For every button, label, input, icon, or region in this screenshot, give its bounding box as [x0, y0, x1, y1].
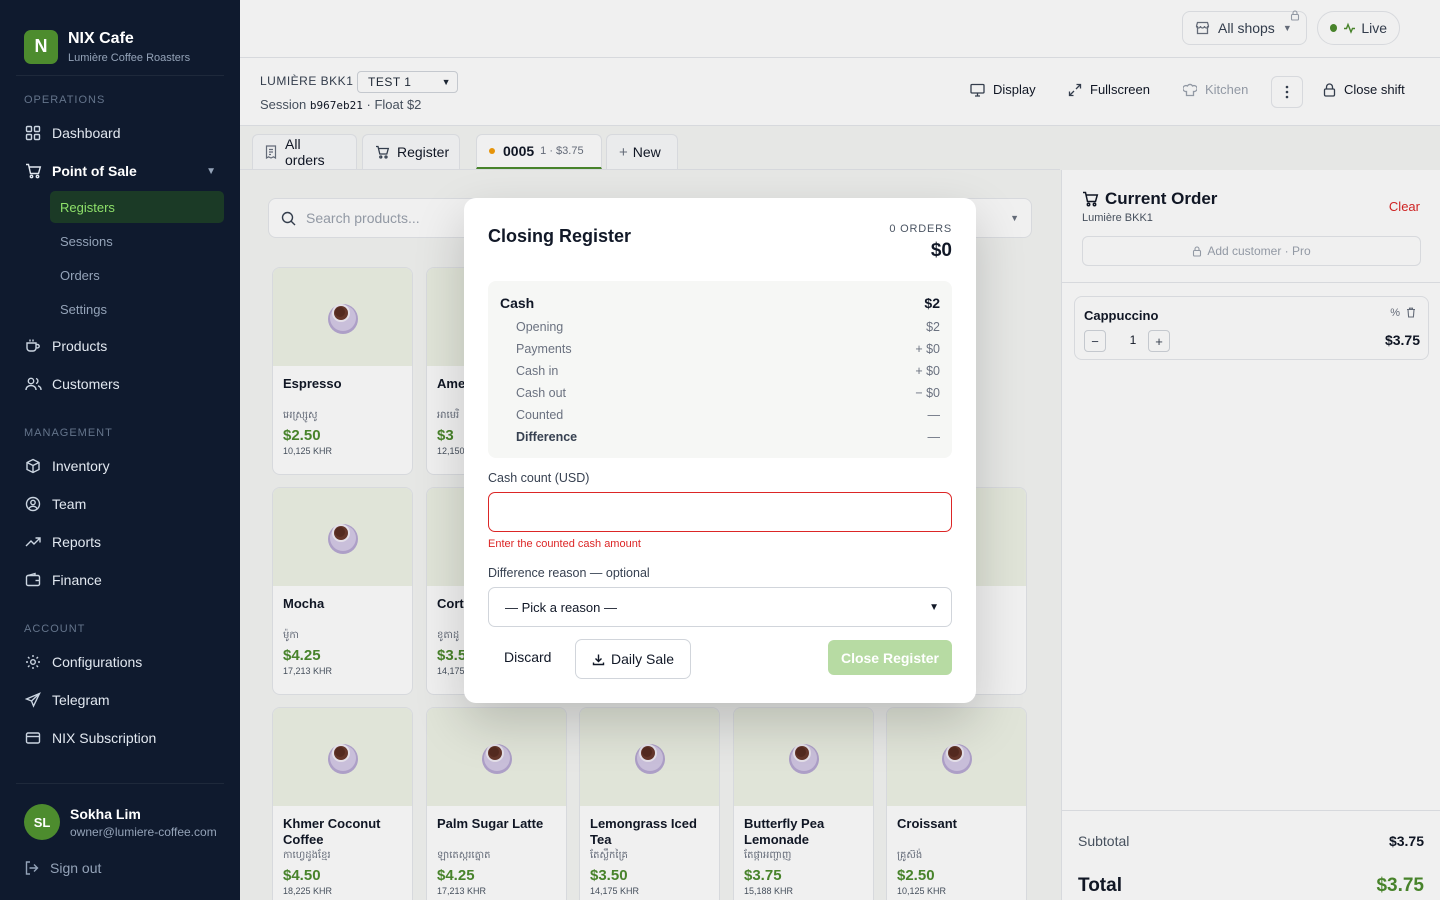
- brand-name: NIX Cafe: [68, 29, 134, 47]
- cash-row-value: —: [927, 408, 941, 422]
- cash-row: Opening $2: [516, 320, 940, 334]
- sidebar-item-subscription[interactable]: NIX Subscription: [0, 719, 240, 757]
- sidebar-item-label: Finance: [52, 572, 102, 588]
- cash-label: Cash: [500, 295, 535, 311]
- sidebar-item-telegram[interactable]: Telegram: [0, 681, 240, 719]
- sidebar-item-label: Telegram: [52, 692, 110, 708]
- sidebar-item-customers[interactable]: Customers: [0, 365, 240, 403]
- sidebar-item-configurations[interactable]: Configurations: [0, 643, 240, 681]
- sidebar-item-inventory[interactable]: Inventory: [0, 447, 240, 485]
- reason-label: Difference reason — optional: [488, 566, 650, 580]
- chevron-down-icon: ▼: [929, 601, 939, 613]
- user-profile[interactable]: SL Sokha Lim owner@lumiere-coffee.com: [16, 783, 224, 840]
- sidebar-item-pos[interactable]: Point of Sale ▼: [0, 152, 240, 190]
- sidebar-item-label: NIX Subscription: [52, 730, 157, 746]
- sidebar-item-team[interactable]: Team: [0, 485, 240, 523]
- sidebar-item-products[interactable]: Products: [0, 327, 240, 365]
- cash-row: Cash in + $0: [516, 364, 940, 378]
- cash-row-label: Payments: [516, 342, 572, 356]
- user-name: Sokha Lim: [70, 805, 141, 822]
- sidebar-item-label: Customers: [52, 376, 120, 392]
- brand-subtitle: Lumière Coffee Roasters: [68, 51, 191, 64]
- sign-out-label: Sign out: [50, 860, 102, 876]
- cart-icon: [24, 162, 42, 180]
- cash-row-label: Cash in: [516, 364, 559, 378]
- card-icon: [24, 729, 42, 747]
- cash-row-label: Opening: [516, 320, 564, 334]
- sidebar-subitem-orders[interactable]: Orders: [50, 259, 224, 291]
- cash-header: Cash $2: [500, 295, 940, 311]
- sidebar-item-finance[interactable]: Finance: [0, 561, 240, 599]
- cash-row-value: + $0: [915, 364, 940, 378]
- sidebar-item-label: Dashboard: [52, 125, 121, 141]
- cash-row: Payments + $0: [516, 342, 940, 356]
- sidebar-subitem-settings[interactable]: Settings: [50, 293, 224, 325]
- wallet-icon: [24, 571, 42, 589]
- cash-row-value: + $0: [915, 342, 940, 356]
- orders-total: $0: [930, 240, 952, 261]
- brand-logo: N: [24, 29, 58, 64]
- sidebar-item-label: Configurations: [52, 654, 143, 670]
- cash-total: $2: [924, 295, 940, 311]
- cash-row-value: $2: [926, 320, 940, 334]
- sidebar-item-label: Reports: [52, 534, 102, 550]
- cash-count-input[interactable]: [488, 492, 952, 532]
- daily-sale-label: Daily Sale: [610, 651, 675, 667]
- gear-icon: [24, 653, 42, 671]
- user-circle-icon: [24, 495, 42, 513]
- send-icon: [24, 691, 42, 709]
- daily-sale-button[interactable]: Daily Sale: [575, 639, 691, 679]
- sidebar-item-label: Team: [52, 496, 87, 512]
- download-icon: [592, 654, 605, 665]
- sidebar-item-reports[interactable]: Reports: [0, 523, 240, 561]
- users-icon: [24, 375, 42, 393]
- cash-row: Difference —: [516, 430, 940, 444]
- chevron-down-icon[interactable]: ▼: [206, 166, 216, 177]
- cash-row: Counted —: [516, 408, 940, 422]
- cup-icon: [24, 337, 42, 355]
- trend-up-icon: [24, 533, 42, 551]
- cash-count-error: Enter the counted cash amount: [488, 538, 641, 550]
- sidebar-subitem-registers[interactable]: Registers: [50, 191, 224, 223]
- cash-row-label: Counted: [516, 408, 564, 422]
- cash-row-value: − $0: [915, 386, 940, 400]
- sidebar-item-label: Point of Sale: [52, 163, 137, 179]
- sign-out-link[interactable]: Sign out: [24, 860, 101, 876]
- dialog-title: Closing Register: [488, 226, 632, 246]
- section-management: MANAGEMENT: [24, 427, 113, 439]
- cash-row: Cash out − $0: [516, 386, 940, 400]
- reason-value: — Pick a reason —: [505, 599, 617, 615]
- cash-row-value: —: [927, 430, 941, 444]
- cash-summary: Cash $2 Opening $2 Payments + $0 Cash in + $0…: [488, 281, 952, 458]
- sidebar-item-dashboard[interactable]: Dashboard: [0, 114, 240, 152]
- cash-row-label: Difference: [516, 430, 578, 444]
- avatar: SL: [24, 804, 60, 840]
- cash-row-label: Cash out: [516, 386, 567, 400]
- logout-icon: [24, 860, 40, 876]
- cash-count-label: Cash count (USD): [488, 471, 590, 485]
- sidebar-subitem-sessions[interactable]: Sessions: [50, 225, 224, 257]
- discard-button[interactable]: Discard: [504, 649, 551, 665]
- difference-reason-select[interactable]: — Pick a reason — ▼: [488, 587, 952, 627]
- closing-register-dialog: Closing Register 0 ORDERS $0 Cash $2 Ope…: [464, 198, 976, 703]
- section-account: ACCOUNT: [24, 623, 86, 635]
- sidebar: N NIX Cafe Lumière Coffee Roasters OPERA…: [0, 0, 240, 900]
- brand: N NIX Cafe Lumière Coffee Roasters: [16, 0, 224, 76]
- close-register-button[interactable]: Close Register: [828, 640, 952, 675]
- user-email: owner@lumiere-coffee.com: [70, 824, 217, 839]
- sidebar-item-label: Inventory: [52, 458, 110, 474]
- orders-count: 0 ORDERS: [889, 223, 952, 235]
- box-icon: [24, 457, 42, 475]
- grid-icon: [24, 124, 42, 142]
- section-operations: OPERATIONS: [24, 94, 106, 106]
- sidebar-item-label: Products: [52, 338, 108, 354]
